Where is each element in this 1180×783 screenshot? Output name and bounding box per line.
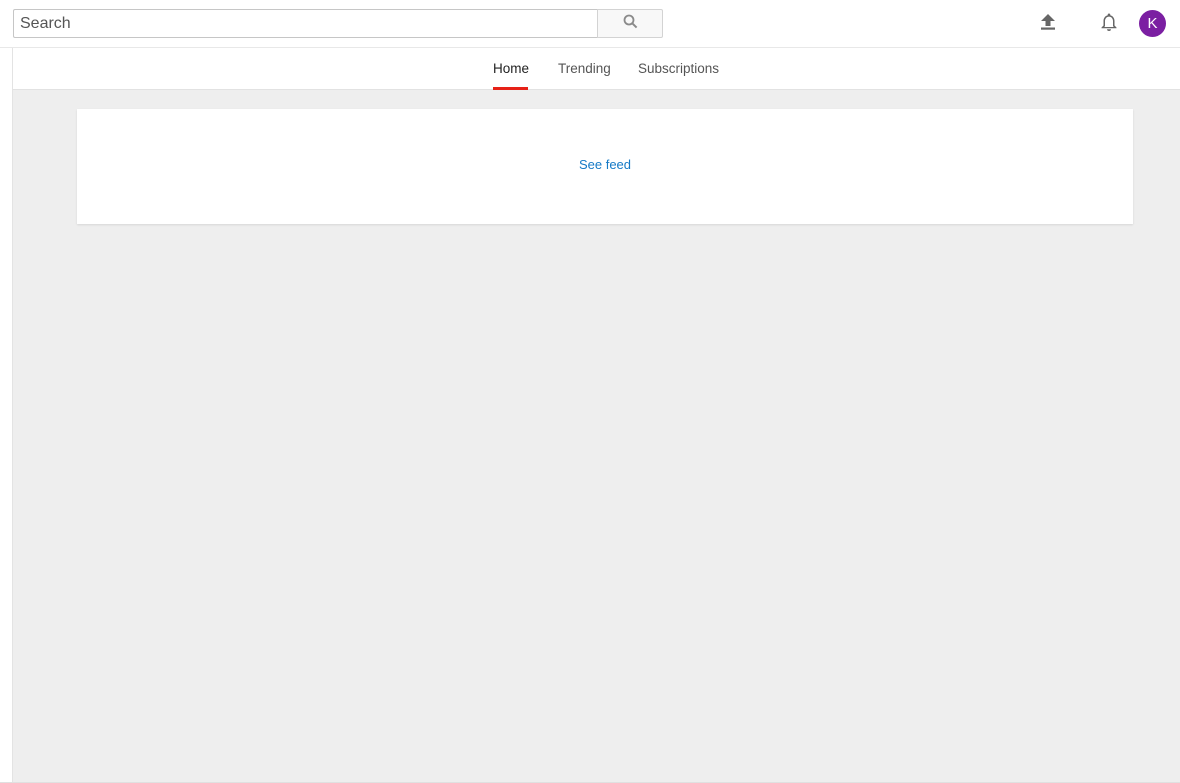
page: K Home Trending Subscriptions See feed: [0, 0, 1180, 783]
tab-subscriptions[interactable]: Subscriptions: [638, 48, 719, 90]
search-button[interactable]: [597, 9, 663, 38]
tab-trending[interactable]: Trending: [558, 48, 611, 90]
masthead: K: [0, 0, 1180, 48]
avatar[interactable]: K: [1139, 10, 1166, 37]
tab-home[interactable]: Home: [493, 48, 529, 90]
main-content: See feed: [13, 90, 1180, 783]
upload-button[interactable]: [1034, 10, 1062, 38]
bell-icon: [1100, 12, 1118, 37]
search-icon: [623, 14, 638, 34]
feed-tabs: Home Trending Subscriptions: [13, 48, 1180, 90]
see-feed-link[interactable]: See feed: [77, 157, 1133, 172]
feed-card: See feed: [77, 109, 1133, 224]
upload-icon: [1039, 13, 1057, 36]
guide-edge: [0, 48, 13, 783]
notifications-button[interactable]: [1095, 10, 1123, 38]
search-input[interactable]: [13, 9, 597, 38]
search-bar: [13, 9, 663, 38]
